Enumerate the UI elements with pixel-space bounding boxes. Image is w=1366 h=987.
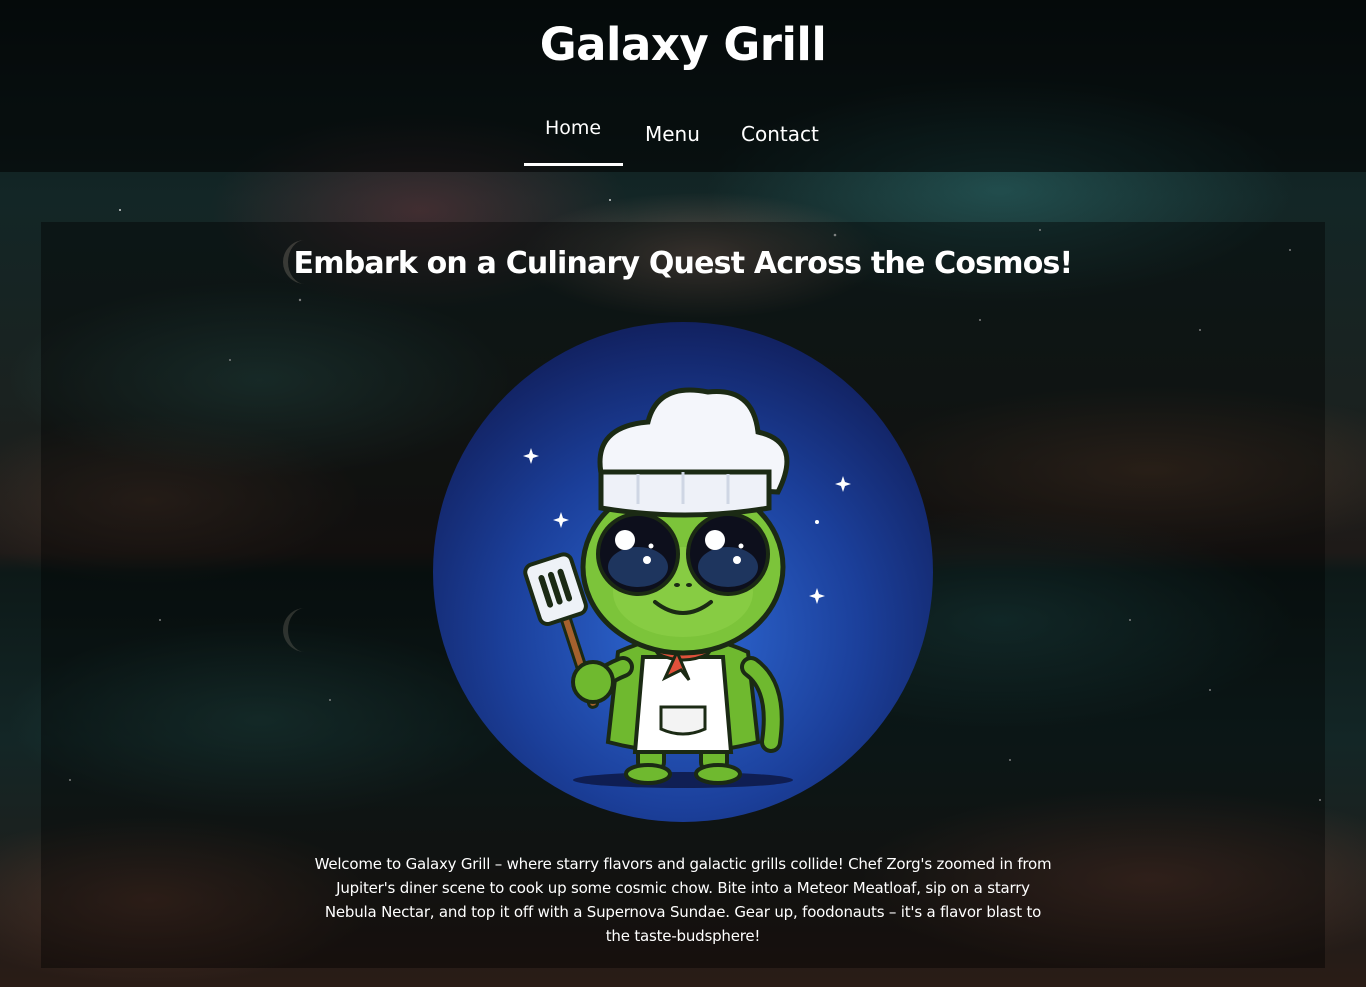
hero-headline: Embark on a Culinary Quest Across the Co… (293, 246, 1074, 281)
nav-link-contact[interactable]: Contact (741, 122, 819, 146)
nav-link-home[interactable]: Home (545, 117, 601, 139)
main-nav: Home Menu Contact (0, 108, 1366, 168)
nav-link-menu[interactable]: Menu (645, 122, 700, 146)
alien-chef-illustration-icon (433, 322, 933, 822)
site-header: Galaxy Grill Home Menu Contact (0, 0, 1366, 172)
site-title: Galaxy Grill (539, 18, 827, 71)
welcome-paragraph: Welcome to Galaxy Grill – where starry f… (314, 855, 1052, 945)
hero-section: Embark on a Culinary Quest Across the Co… (41, 222, 1325, 968)
nav-active-indicator (524, 163, 623, 166)
